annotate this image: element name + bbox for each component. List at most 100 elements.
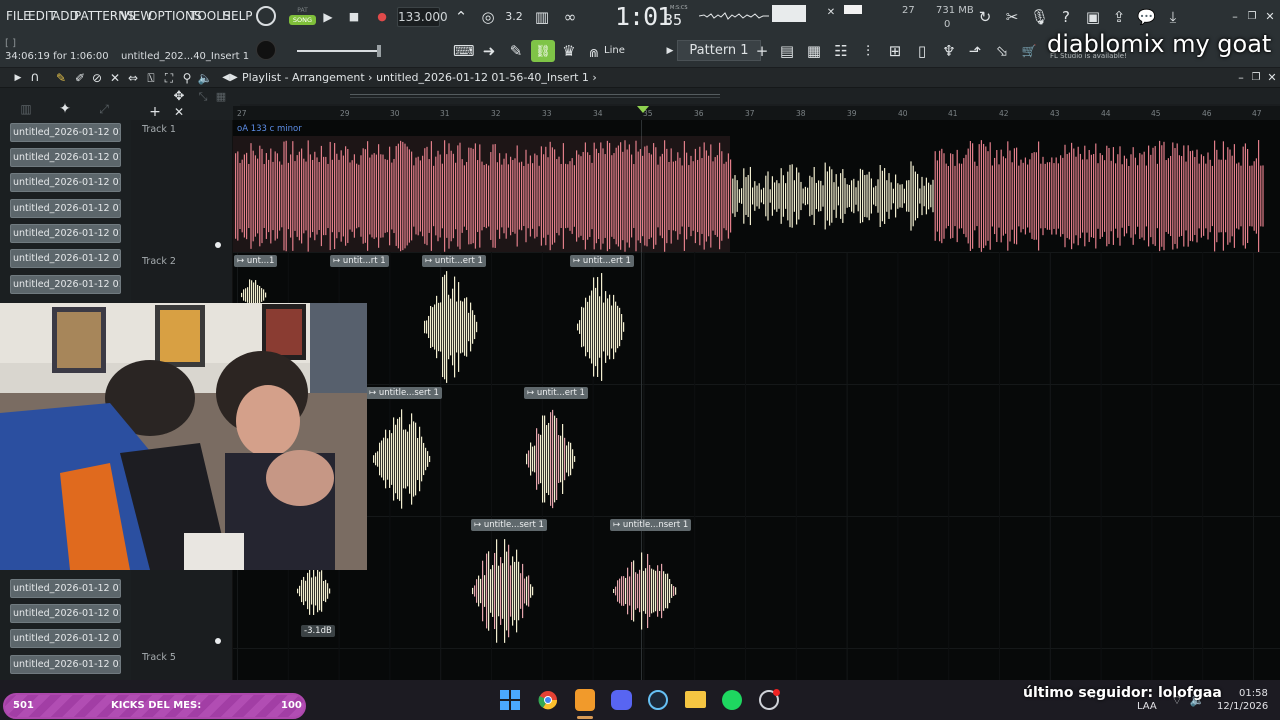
channel-button[interactable]: untitled_2026-01-12 01-...: [10, 224, 121, 243]
menu-help[interactable]: HELP: [222, 9, 253, 23]
pattern-picker-icon[interactable]: ✦: [56, 100, 74, 118]
stop-icon[interactable]: ■: [345, 8, 363, 26]
chrome-icon[interactable]: [538, 690, 558, 710]
arrangement-arrow-icon[interactable]: ◀▶: [221, 69, 239, 87]
timeline-ruler[interactable]: 27 29 30 31 32 33 34 35 36 37 38 39 40 41 42 43 44 45 46 47: [233, 106, 1280, 120]
channel-button[interactable]: untitled_2026-01-12 01-...: [10, 148, 121, 167]
file-explorer-icon[interactable]: [685, 691, 706, 708]
track-label-5[interactable]: Track 5: [142, 652, 176, 663]
track-label-2[interactable]: Track 2: [142, 256, 176, 267]
playlist-icon[interactable]: ▤: [778, 42, 796, 60]
playlist-menu-arrow-icon[interactable]: ▶: [9, 69, 27, 87]
record-icon[interactable]: ●: [373, 8, 391, 26]
close-window-icon[interactable]: ✕: [1261, 8, 1279, 26]
grid-icon[interactable]: ▦: [212, 88, 230, 106]
channel-button[interactable]: untitled_2026-01-12 01-...: [10, 655, 121, 674]
audio-clip-header[interactable]: ↦ unt...1: [234, 255, 278, 267]
playhead-marker[interactable]: [637, 106, 649, 114]
help-icon[interactable]: ?: [1057, 8, 1075, 26]
master-volume-slider[interactable]: [297, 50, 377, 52]
metronome-icon[interactable]: ⌃: [452, 8, 470, 26]
download-icon[interactable]: ⤓: [1164, 8, 1182, 26]
export-icon[interactable]: ⇪: [1110, 8, 1128, 26]
routing-icon[interactable]: ⊞: [886, 42, 904, 60]
minimize-icon[interactable]: –: [1226, 8, 1244, 26]
plugin-icon[interactable]: ♆: [940, 42, 958, 60]
undo-icon[interactable]: ↻: [976, 8, 994, 26]
faders-icon[interactable]: ⫶: [859, 42, 877, 60]
overview-strip[interactable]: [350, 90, 720, 102]
arrangement-area[interactable]: oA 133 c minor ↦ unt...1 ↦ untit...rt 1 ↦ …: [233, 120, 1280, 680]
track-4-enable[interactable]: [215, 638, 221, 644]
slice-tool-icon[interactable]: ⍂: [142, 69, 160, 87]
play-icon[interactable]: ▶: [319, 8, 337, 26]
time-display-main[interactable]: 1:01: [615, 2, 672, 31]
save-icon[interactable]: ▣: [1084, 8, 1102, 26]
tempo-display[interactable]: 133.000: [397, 7, 448, 27]
expand-icon[interactable]: ⤡: [194, 88, 212, 106]
pat-song-toggle[interactable]: PAT SONG: [289, 4, 316, 31]
cut-icon[interactable]: ✂: [1003, 8, 1021, 26]
step-edit-icon[interactable]: ▥: [533, 8, 551, 26]
mute-tool-icon[interactable]: ✕: [106, 69, 124, 87]
steam-icon[interactable]: [648, 690, 668, 710]
audio-clip-header[interactable]: ↦ untitle...sert 1: [366, 387, 442, 399]
maximize-icon[interactable]: ❐: [1243, 8, 1261, 26]
channel-button[interactable]: untitled_2026-01-12 01-...: [10, 199, 121, 218]
close-icon[interactable]: ✕: [822, 4, 840, 22]
browser-icon[interactable]: ▯: [913, 42, 931, 60]
slip-tool-icon[interactable]: ⇔: [124, 69, 142, 87]
discord-icon[interactable]: [611, 690, 632, 710]
audio-picker-icon[interactable]: ⤢: [95, 100, 113, 118]
tray-language[interactable]: LAA: [1137, 701, 1157, 712]
master-pitch-knob[interactable]: [256, 6, 276, 26]
windows-start-icon[interactable]: [500, 690, 520, 710]
chat-icon[interactable]: 💬: [1137, 8, 1156, 26]
arrow-tool-icon[interactable]: ➜: [480, 42, 498, 60]
add-pattern-icon[interactable]: +: [753, 42, 771, 60]
track-label-1[interactable]: Track 1: [142, 124, 176, 135]
audio-clip-header[interactable]: ↦ untit...ert 1: [570, 255, 634, 267]
channel-button[interactable]: untitled_2026-01-12 01-...: [10, 123, 121, 142]
master-volume-knob[interactable]: [256, 40, 276, 60]
add-track-icon[interactable]: +: [146, 103, 164, 121]
snap-mode[interactable]: Line: [604, 45, 625, 56]
select-tool-icon[interactable]: ⛶: [160, 69, 178, 87]
audio-clip-header[interactable]: ↦ untitle...sert 1: [471, 519, 547, 531]
piano-roll-icon[interactable]: ⌨: [453, 42, 475, 60]
tray-date[interactable]: 12/1/2026: [1217, 701, 1268, 712]
stamp-icon[interactable]: ♛: [560, 42, 578, 60]
mixer-icon[interactable]: ☷: [832, 42, 850, 60]
cart-icon[interactable]: 🛒: [1020, 42, 1038, 60]
microphone-icon[interactable]: 🎙: [1030, 8, 1049, 26]
snap-link-button[interactable]: ⛓: [531, 40, 555, 62]
channel-button[interactable]: untitled_2026-01-12 01-...: [10, 579, 121, 598]
draw-tool-icon[interactable]: ✎: [52, 69, 70, 87]
channel-button[interactable]: untitled_2026-01-12 01-...: [10, 629, 121, 648]
channel-button[interactable]: untitled_2026-01-12 01-...: [10, 173, 121, 192]
countdown-icon[interactable]: 3.2: [505, 8, 523, 26]
master-volume-handle[interactable]: [377, 45, 381, 57]
paint-tool-icon[interactable]: ✐: [71, 69, 89, 87]
delete-tool-icon[interactable]: ⊘: [88, 69, 106, 87]
fl-studio-taskbar-icon[interactable]: [575, 689, 595, 711]
channel-button[interactable]: untitled_2026-01-12 01-...: [10, 604, 121, 623]
zoom-tool-icon[interactable]: ⚲: [178, 69, 196, 87]
audio-clip-header[interactable]: ↦ untitle...nsert 1: [610, 519, 692, 531]
loop-record-icon[interactable]: ∞: [561, 8, 579, 26]
menu-file[interactable]: FILE: [6, 9, 31, 23]
spotify-icon[interactable]: [722, 690, 742, 710]
track-1-enable[interactable]: [215, 242, 221, 248]
tray-time[interactable]: 01:58: [1239, 688, 1268, 699]
move-icon[interactable]: ✥: [170, 88, 188, 106]
playlist-close-icon[interactable]: ✕: [1263, 69, 1280, 87]
wait-for-input-icon[interactable]: ◎: [479, 8, 497, 26]
channel-button[interactable]: untitled_2026-01-12 01-...: [10, 275, 121, 294]
performance-icon[interactable]: ⬏: [966, 42, 984, 60]
audio-clip-header[interactable]: ↦ untit...rt 1: [330, 255, 389, 267]
audio-clip-header[interactable]: ↦ untit...ert 1: [524, 387, 588, 399]
magnet-icon[interactable]: ⋒: [585, 44, 603, 62]
tempo-tapper-icon[interactable]: ⬂: [993, 42, 1011, 60]
magnet-snap-icon[interactable]: ∩: [26, 69, 44, 87]
picker-icon[interactable]: ▥: [17, 100, 35, 118]
